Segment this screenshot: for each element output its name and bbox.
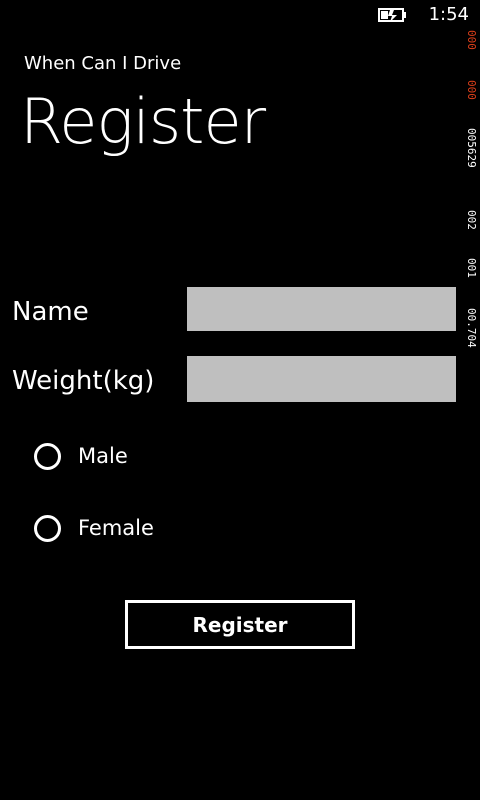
frame-counter-segment: 000: [465, 80, 478, 100]
status-time: 1:54: [428, 4, 469, 25]
female-radio-label: Female: [78, 516, 154, 540]
app-title: When Can I Drive: [24, 53, 182, 74]
weight-label: Weight(kg): [12, 366, 155, 396]
register-button[interactable]: Register: [125, 600, 355, 649]
male-radio-label: Male: [78, 444, 128, 468]
name-input[interactable]: [187, 287, 456, 331]
frame-counter-segment: 002: [465, 210, 478, 230]
battery-charging-icon: [378, 8, 406, 22]
frame-counter-segment: 001: [465, 258, 478, 278]
register-page: 1:54 000 000 005629 002 001 00.704 When …: [0, 0, 480, 800]
male-radio[interactable]: Male: [34, 439, 128, 473]
page-title: Register: [20, 85, 266, 158]
weight-input[interactable]: [187, 356, 456, 402]
frame-rate-counter: 000 000 005629 002 001 00.704: [464, 30, 478, 390]
radio-circle-icon[interactable]: [34, 514, 61, 542]
female-radio[interactable]: Female: [34, 511, 154, 545]
frame-counter-segment: 00.704: [465, 308, 478, 348]
frame-counter-segment: 000: [465, 30, 478, 50]
frame-counter-segment: 005629: [465, 128, 478, 168]
radio-circle-icon[interactable]: [34, 442, 61, 470]
name-label: Name: [12, 297, 89, 327]
